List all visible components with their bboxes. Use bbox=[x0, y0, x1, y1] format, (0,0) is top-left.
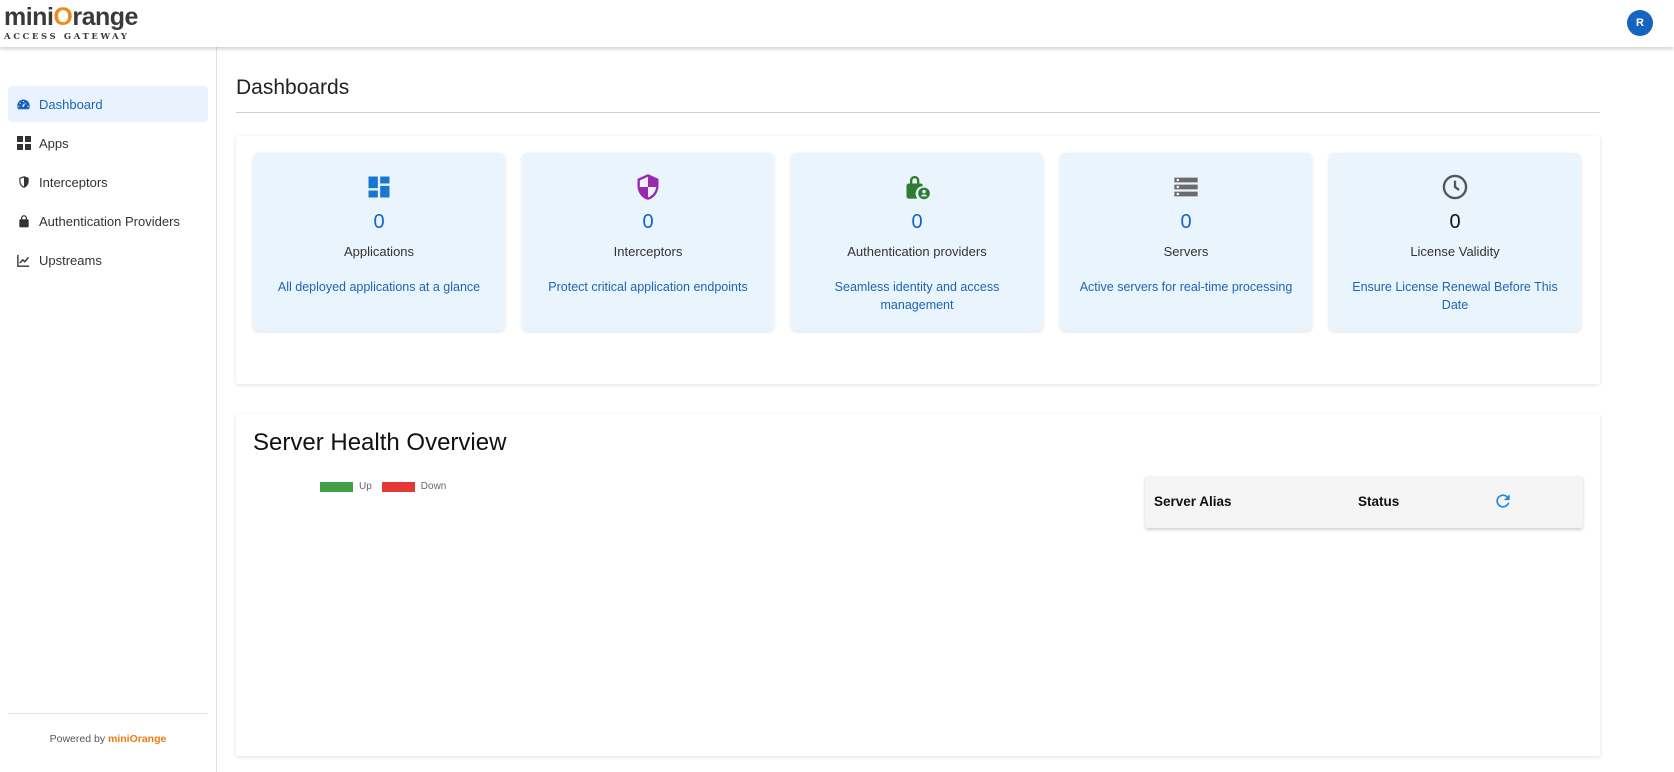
lock-person-icon bbox=[903, 173, 931, 201]
title-divider bbox=[236, 112, 1600, 113]
speedometer-icon bbox=[16, 97, 31, 112]
stats-panel: 0 Applications All deployed applications… bbox=[236, 136, 1600, 384]
stat-name: Interceptors bbox=[613, 244, 683, 259]
stat-value: 0 bbox=[373, 211, 385, 233]
stat-name: Authentication providers bbox=[847, 244, 987, 259]
lock-icon bbox=[16, 214, 31, 229]
server-stack-icon bbox=[1172, 173, 1200, 201]
server-status-table: Server Alias Status bbox=[1145, 476, 1583, 528]
column-header-status[interactable]: Status bbox=[1358, 494, 1399, 509]
shield-half-icon bbox=[634, 173, 662, 201]
legend-item-up[interactable]: Up bbox=[320, 481, 372, 492]
sidebar-item-label: Apps bbox=[39, 135, 69, 151]
stat-card-servers[interactable]: 0 Servers Active servers for real-time p… bbox=[1060, 153, 1312, 331]
stat-value: 0 bbox=[911, 211, 923, 233]
legend-item-down[interactable]: Down bbox=[381, 481, 447, 492]
trending-up-icon bbox=[16, 253, 31, 268]
grid-icon bbox=[16, 136, 31, 151]
stat-value: 0 bbox=[1449, 211, 1461, 233]
stat-description: Ensure License Renewal Before This Date bbox=[1352, 280, 1558, 312]
chart-legend: Up Down bbox=[320, 481, 456, 492]
stat-value: 0 bbox=[642, 211, 654, 233]
refresh-icon[interactable] bbox=[1493, 491, 1513, 511]
stat-description: All deployed applications at a glance bbox=[277, 280, 481, 294]
health-title: Server Health Overview bbox=[253, 429, 507, 456]
column-header-server-alias[interactable]: Server Alias bbox=[1154, 494, 1232, 509]
stat-name: Servers bbox=[1163, 244, 1209, 259]
powered-by-brand-link[interactable]: miniOrange bbox=[108, 733, 166, 745]
stat-description: Seamless identity and access management bbox=[834, 280, 1000, 312]
app-header: miniOrange ACCESS GATEWAY R bbox=[0, 0, 1674, 47]
stat-name: License Validity bbox=[1410, 244, 1500, 259]
logo-wordmark: miniOrange bbox=[4, 3, 138, 31]
stat-card-authentication-providers[interactable]: 0 Authentication providers Seamless iden… bbox=[791, 153, 1043, 331]
sidebar-item-dashboard[interactable]: Dashboard bbox=[8, 86, 208, 122]
stat-card-applications[interactable]: 0 Applications All deployed applications… bbox=[253, 153, 505, 331]
user-avatar[interactable]: R bbox=[1627, 10, 1653, 36]
server-health-panel: Server Health Overview Up Down Server Al… bbox=[236, 414, 1600, 756]
stat-description: Protect critical application endpoints bbox=[548, 280, 748, 294]
sidebar-divider bbox=[8, 713, 208, 714]
legend-swatch-up bbox=[320, 481, 353, 492]
sidebar-item-label: Dashboard bbox=[39, 96, 103, 112]
legend-swatch-down bbox=[381, 481, 415, 492]
shield-icon bbox=[16, 175, 31, 190]
logo-subtitle: ACCESS GATEWAY bbox=[4, 32, 130, 42]
stat-name: Applications bbox=[343, 244, 415, 259]
page-title: Dashboards bbox=[236, 76, 350, 99]
stat-description: Active servers for real-time processing bbox=[1079, 280, 1293, 294]
sidebar-item-label: Upstreams bbox=[39, 252, 102, 268]
clock-icon bbox=[1441, 173, 1469, 201]
sidebar-item-apps[interactable]: Apps bbox=[8, 125, 208, 161]
stat-card-license-validity[interactable]: 0 License Validity Ensure License Renewa… bbox=[1329, 153, 1581, 331]
miniorange-logo[interactable]: miniOrange ACCESS GATEWAY bbox=[4, 3, 138, 42]
stat-value: 0 bbox=[1180, 211, 1192, 233]
sidebar: Dashboard Apps Interceptors Authenticati… bbox=[0, 47, 217, 772]
sidebar-item-label: Authentication Providers bbox=[39, 213, 180, 229]
sidebar-item-interceptors[interactable]: Interceptors bbox=[8, 164, 208, 200]
legend-label: Up bbox=[359, 481, 372, 492]
sidebar-item-authentication-providers[interactable]: Authentication Providers bbox=[8, 203, 208, 239]
sidebar-item-upstreams[interactable]: Upstreams bbox=[8, 242, 208, 278]
legend-label: Down bbox=[420, 481, 447, 492]
dashboard-tiles-icon bbox=[365, 173, 393, 201]
sidebar-item-label: Interceptors bbox=[39, 174, 108, 190]
stat-card-interceptors[interactable]: 0 Interceptors Protect critical applicat… bbox=[522, 153, 774, 331]
powered-by: Powered by miniOrange bbox=[49, 733, 167, 745]
